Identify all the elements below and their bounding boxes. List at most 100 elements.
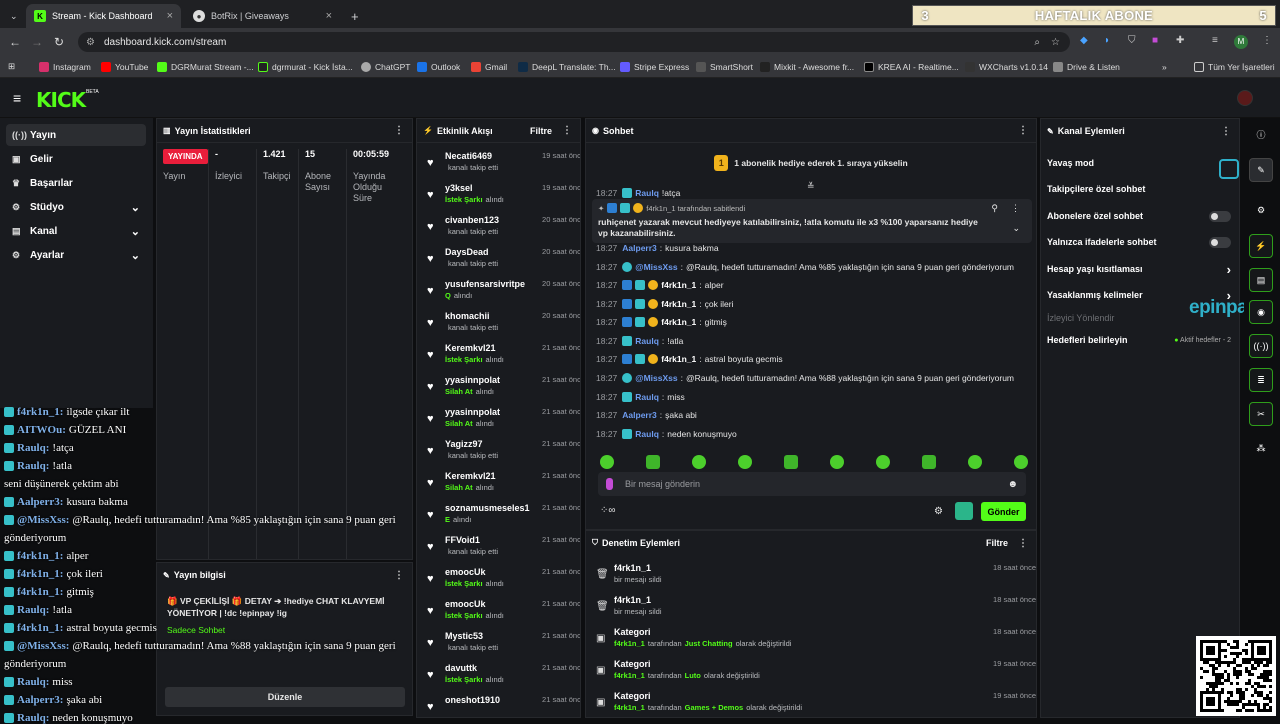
activity-username[interactable]: DaysDead [445, 247, 489, 257]
gear-icon[interactable]: ⚙ [1249, 198, 1273, 222]
more-icon[interactable]: ⁂ [1249, 436, 1273, 460]
menu-dots-icon[interactable]: ⋮ [1018, 125, 1028, 136]
activity-item[interactable]: ♥ emoocUk İstek Şarkı alındı 21 saat önce [425, 563, 580, 595]
channel-action-row[interactable]: Yavaş mod [1047, 153, 1237, 173]
bookmark-smartshort[interactable]: SmartShort [696, 61, 753, 72]
tab-kick-dashboard[interactable]: K Stream - Kick Dashboard × [26, 4, 181, 28]
activity-username[interactable]: Mystic53 [445, 631, 483, 641]
activity-item[interactable]: ♥ yyasinnpolat Silah At alındı 21 saat önce [425, 403, 580, 435]
emote-icon[interactable] [876, 455, 890, 469]
menu-dots-icon[interactable]: ⋮ [1221, 126, 1231, 137]
activity-username[interactable]: Necati6469 [445, 151, 492, 161]
bookmark-deepl[interactable]: DeepL Translate: Th... [518, 61, 616, 72]
edit-icon[interactable]: ✎ [1249, 158, 1273, 182]
menu-dots-icon[interactable]: ⋮ [562, 125, 572, 136]
bookmark-krea[interactable]: KREA AI - Realtime... [864, 61, 959, 72]
wrench-icon[interactable]: ✂ [1249, 402, 1273, 426]
activity-username[interactable]: civanben123 [445, 215, 499, 225]
chat-username[interactable]: Raulq [635, 392, 659, 402]
bookmark-stream[interactable]: DGRMurat Stream -... [157, 61, 254, 72]
bookmark-drive-listen[interactable]: Drive & Listen [1053, 61, 1120, 72]
chat-username[interactable]: Aalperr3 [622, 243, 657, 253]
tab-botrix[interactable]: ● BotRix | Giveaways × [185, 4, 340, 28]
moderation-actor[interactable]: f4rk1n_1 [614, 671, 645, 680]
back-icon[interactable]: ← [4, 35, 26, 49]
kick-logo[interactable]: KICK [36, 88, 86, 112]
channel-action-row[interactable]: Takipçilere özel sohbet [1047, 179, 1237, 199]
bookmark-outlook[interactable]: Outlook [417, 61, 460, 72]
bookmark-kick[interactable]: dgrmurat - Kick İsta... [258, 61, 353, 72]
user-avatar[interactable] [1237, 90, 1253, 106]
activity-username[interactable]: khomachii [445, 311, 490, 321]
activity-item[interactable]: ♥ Necati6469 kanalı takip etti 19 saat önce [425, 147, 580, 179]
puzzle-icon[interactable]: ✚ [1176, 35, 1184, 46]
channel-action-row[interactable]: Hesap yaşı kısıtlaması › [1047, 259, 1237, 279]
tab-search-button[interactable]: ⌄ [4, 4, 26, 28]
activity-item[interactable]: ♥ Yagizz97 kanalı takip etti 21 saat önce [425, 435, 580, 467]
info-icon[interactable]: ⓘ [1249, 122, 1273, 146]
menu-dots-icon[interactable]: ⋮ [1262, 35, 1272, 46]
bookmark-chatgpt[interactable]: ChatGPT [361, 61, 410, 72]
activity-username[interactable]: Yagizz97 [445, 439, 483, 449]
menu-dots-icon[interactable]: ⋮ [394, 570, 404, 581]
moderation-item[interactable]: ▣ Kategori f4rk1n_1 tarafından Games + Demos… [596, 689, 1036, 717]
emote-icon[interactable] [1014, 455, 1028, 469]
bot-icon[interactable] [955, 502, 973, 520]
close-icon[interactable]: × [167, 10, 173, 22]
site-info-icon[interactable]: ⚙ [86, 37, 95, 48]
activity-item[interactable]: ♥ Keremkvl21 İstek Şarkı alındı 21 saat önce [425, 339, 580, 371]
emoji-icon[interactable]: ☻ [1007, 479, 1018, 490]
activity-username[interactable]: yyasinnpolat [445, 375, 500, 385]
emote-icon[interactable] [830, 455, 844, 469]
send-button[interactable]: Gönder [981, 502, 1026, 521]
activity-item[interactable]: ♥ Mystic53 kanalı takip etti 21 saat önce [425, 627, 580, 659]
extension-icon[interactable]: ■ [1152, 35, 1158, 46]
menu-dots-icon[interactable]: ⋮ [1011, 203, 1020, 214]
sidebar-item-ayarlar[interactable]: ⚙ Ayarlar ⌄ [6, 244, 146, 266]
filter-button[interactable]: Filtre [530, 126, 552, 136]
channel-action-row[interactable]: Hedefleri belirleyin ● Aktif hedefler - 2 [1047, 330, 1237, 350]
emote-icon[interactable] [738, 455, 752, 469]
profile-avatar[interactable]: M [1234, 35, 1248, 49]
sidebar-item-kanal[interactable]: ▤ Kanal ⌄ [6, 220, 146, 242]
toggle-switch[interactable] [1209, 210, 1231, 222]
list-icon[interactable]: ≣ [1249, 368, 1273, 392]
extension-icon[interactable]: ◆ [1080, 35, 1088, 46]
channel-action-row[interactable]: Abonelere özel sohbet [1047, 206, 1237, 226]
activity-username[interactable]: davuttk [445, 663, 477, 673]
hamburger-menu-icon[interactable]: ≡ [13, 90, 21, 106]
activity-username[interactable]: Keremkvl21 [445, 471, 496, 481]
chat-username[interactable]: @MissXss [635, 262, 677, 272]
bookmark-gmail[interactable]: Gmail [471, 61, 507, 72]
chat-username[interactable]: f4rk1n_1 [661, 299, 696, 309]
activity-username[interactable]: soznamusmeseles1 [445, 503, 530, 513]
activity-item[interactable]: ♥ DaysDead kanalı takip etti 20 saat önce [425, 243, 580, 275]
activity-item[interactable]: ♥ yyasinnpolat Silah At alındı 21 saat önce [425, 371, 580, 403]
chat-username[interactable]: Raulq [635, 429, 659, 439]
document-icon[interactable]: ▤ [1249, 268, 1273, 292]
chat-username[interactable]: Raulq [635, 188, 659, 198]
chat-username[interactable]: f4rk1n_1 [661, 317, 696, 327]
filter-button[interactable]: Filtre [986, 538, 1008, 548]
emote-icon[interactable] [784, 455, 798, 469]
shield-icon[interactable]: ⛉ [1128, 35, 1136, 46]
all-bookmarks[interactable]: Tüm Yer İşaretleri [1194, 61, 1275, 72]
close-icon[interactable]: × [326, 10, 332, 22]
moderation-item[interactable]: 🗑 f4rk1n_1 bir mesajı sildi 18 saat önce [596, 561, 1036, 593]
menu-dots-icon[interactable]: ⋮ [1018, 538, 1028, 549]
moderation-item[interactable]: ▣ Kategori f4rk1n_1 tarafından Just Chatting… [596, 625, 1036, 657]
reload-icon[interactable]: ↻ [48, 35, 70, 49]
apps-icon[interactable]: ⊞ [8, 61, 15, 72]
pin-icon[interactable]: ⚲ [991, 203, 998, 214]
chat-username[interactable]: f4rk1n_1 [661, 280, 696, 290]
moderation-actor[interactable]: f4rk1n_1 [614, 639, 645, 648]
extension-icon[interactable]: ◗ [1104, 35, 1110, 46]
url-field[interactable]: ⚙ dashboard.kick.com/stream ⌕ ☆ [78, 32, 1070, 52]
bookmark-mixkit[interactable]: Mixkit - Awesome fr... [760, 61, 854, 72]
activity-item[interactable]: ♥ FFVoid1 kanalı takip etti 21 saat önce [425, 531, 580, 563]
lightning-icon[interactable]: ⚡ [1249, 234, 1273, 258]
activity-item[interactable]: ♥ khomachii kanalı takip etti 20 saat önce [425, 307, 580, 339]
chat-username[interactable]: f4rk1n_1 [661, 354, 696, 364]
gear-icon[interactable]: ⚙ [934, 506, 943, 517]
emote-icon[interactable] [922, 455, 936, 469]
